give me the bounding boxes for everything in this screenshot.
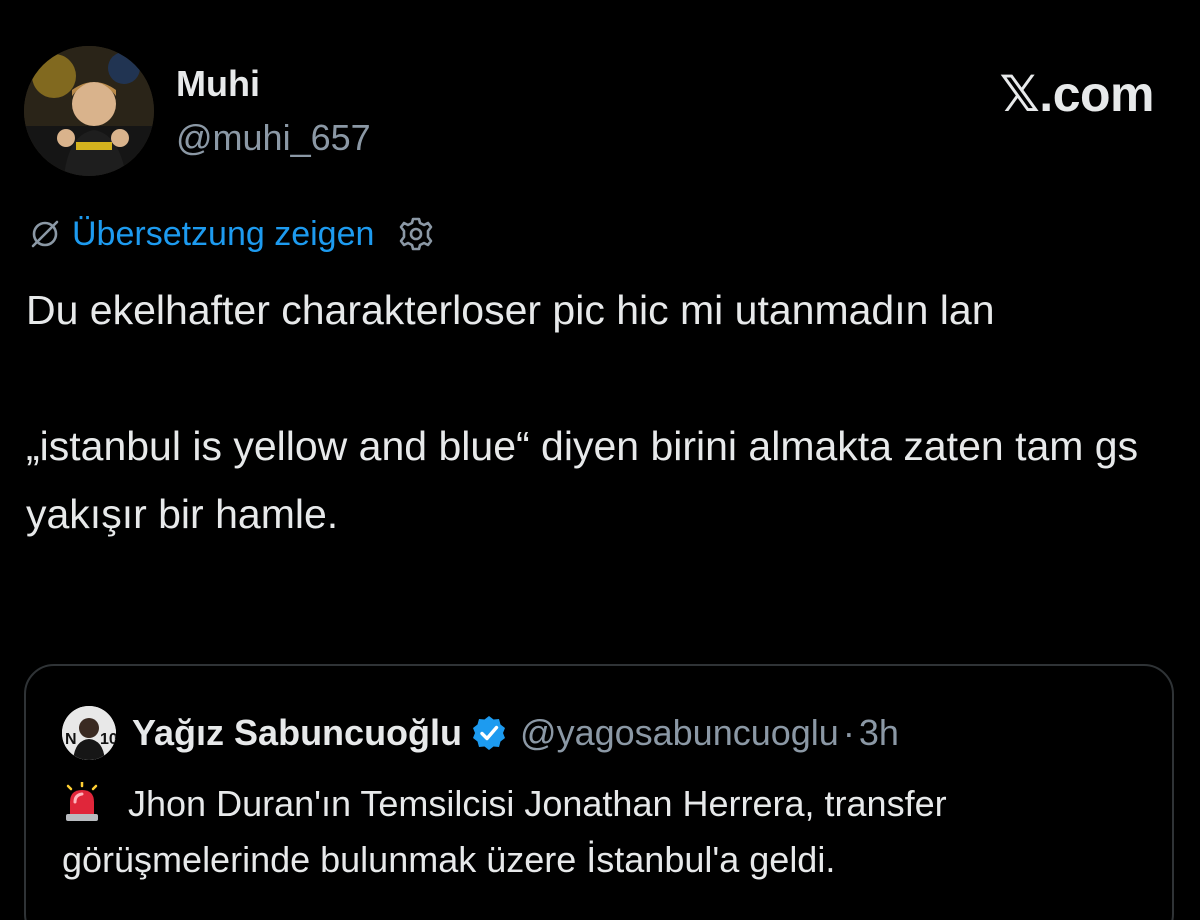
verified-badge-icon — [473, 716, 506, 750]
tweet-paragraph: „istanbul is yellow and blue“ diyen biri… — [26, 423, 1139, 537]
separator-dot: · — [842, 712, 855, 753]
quote-author-name[interactable]: Yağız Sabuncuoğlu — [132, 712, 462, 754]
tweet-paragraph: Du ekelhafter charakterloser pic hic mi … — [26, 287, 995, 333]
display-name[interactable]: Muhi — [176, 62, 260, 106]
siren-icon — [66, 782, 98, 821]
show-translation-link[interactable]: Übersetzung zeigen — [72, 212, 374, 256]
globe-off-icon — [31, 220, 59, 248]
profile-photo-icon — [24, 46, 154, 176]
quoted-tweet[interactable]: N 10 Yağız Sabuncuoğlu @yagosabuncuoglu … — [24, 664, 1174, 920]
x-logo-text: 𝕏.com — [999, 66, 1155, 122]
tweet-screenshot: Muhi @muhi_657 𝕏.com Übersetzung zeigen … — [0, 0, 1200, 920]
avatar[interactable] — [24, 46, 154, 176]
quoted-tweet-header: N 10 Yağız Sabuncuoğlu @yagosabuncuoglu … — [62, 706, 899, 760]
gear-icon[interactable] — [394, 212, 438, 256]
quote-avatar-photo-icon: N 10 — [62, 706, 116, 760]
quoted-tweet-body: Jhon Duran'ın Temsilcisi Jonathan Herrer… — [62, 783, 947, 880]
tweet-text: Du ekelhafter charakterloser pic hic mi … — [26, 276, 1166, 548]
quote-timestamp[interactable]: 3h — [859, 712, 899, 754]
translation-row: Übersetzung zeigen — [28, 212, 438, 256]
user-handle[interactable]: @muhi_657 — [176, 116, 371, 160]
svg-text:10: 10 — [100, 731, 116, 748]
svg-text:N: N — [65, 731, 77, 748]
quote-author-handle[interactable]: @yagosabuncuoglu — [520, 712, 839, 754]
quote-avatar[interactable]: N 10 — [62, 706, 116, 760]
quoted-tweet-text: Jhon Duran'ın Temsilcisi Jonathan Herrer… — [62, 776, 1152, 888]
